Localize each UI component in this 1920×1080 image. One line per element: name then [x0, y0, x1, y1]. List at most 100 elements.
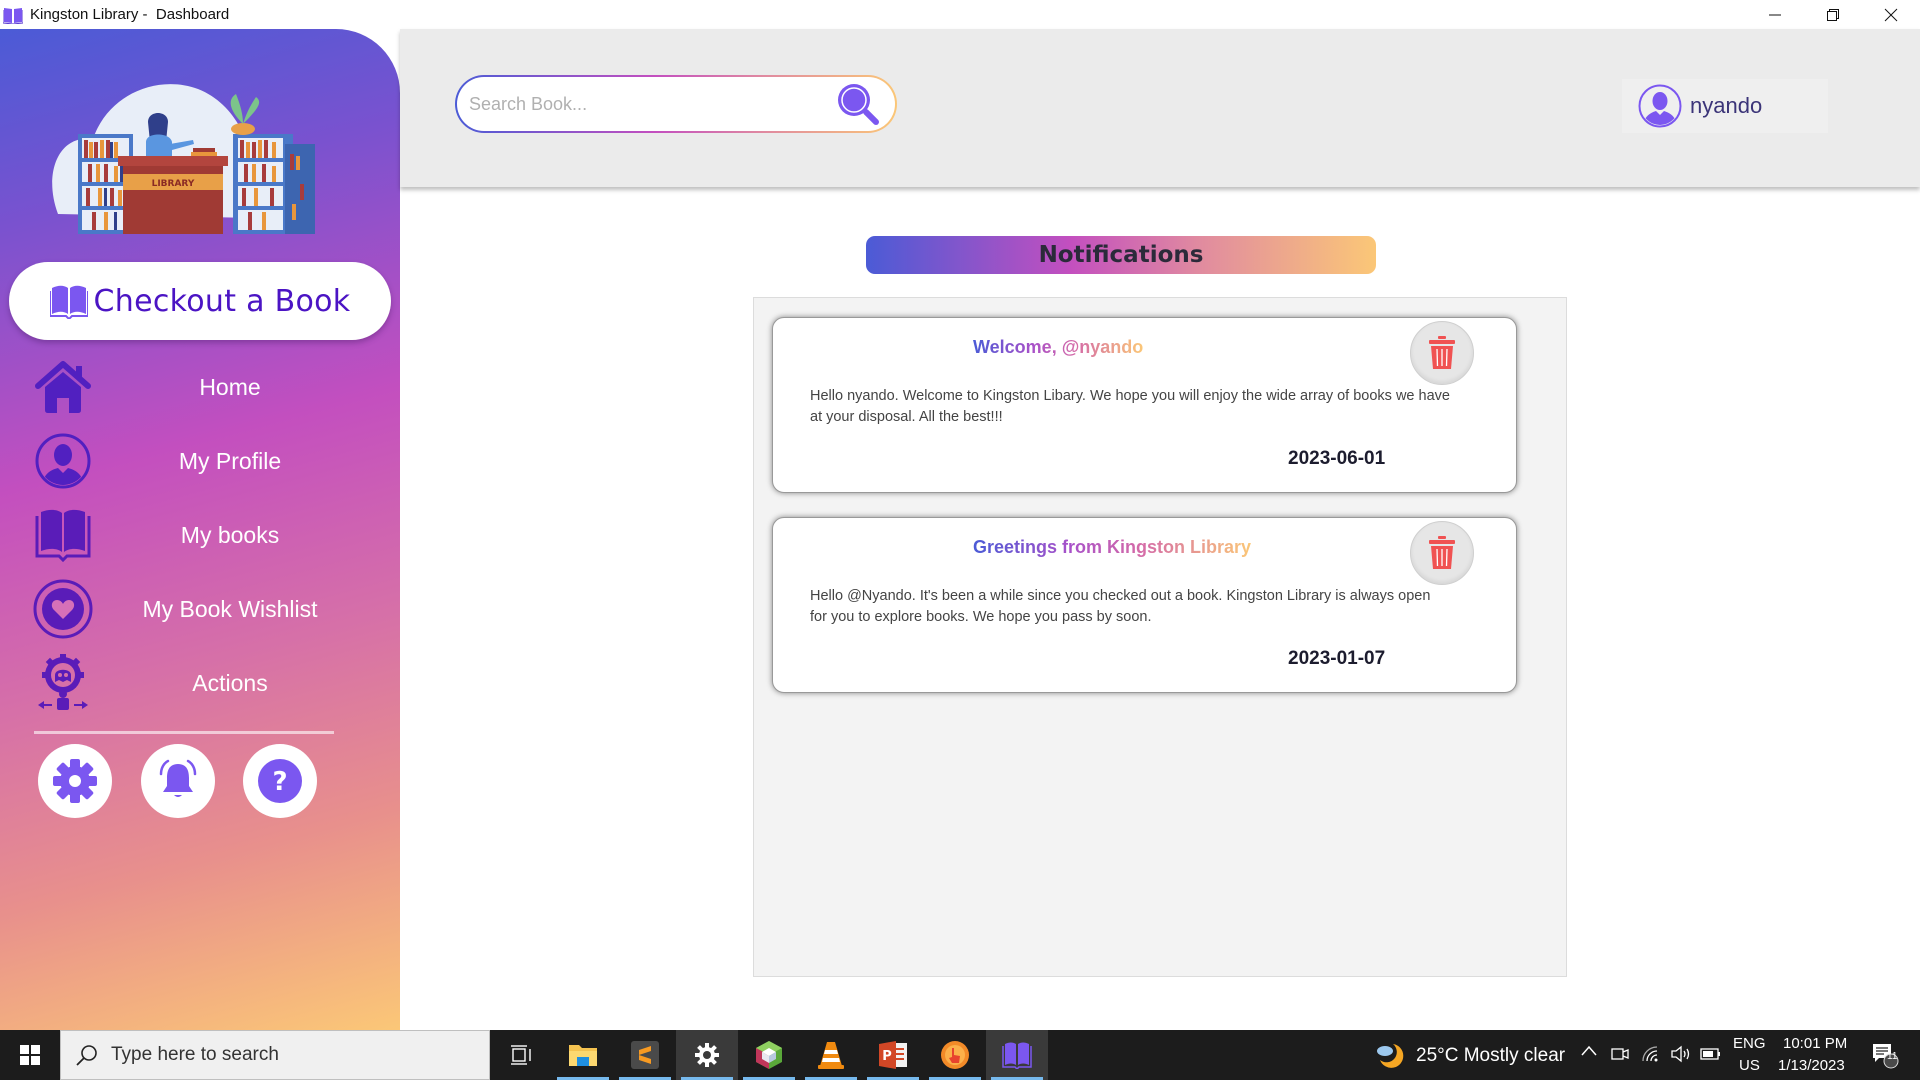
input-region[interactable]: US [1739, 1057, 1760, 1074]
user-account[interactable]: nyando [1622, 79, 1828, 133]
taskbar-settings[interactable] [676, 1030, 738, 1080]
notifications-button[interactable] [141, 744, 215, 818]
svg-text:P: P [882, 1049, 892, 1064]
wifi-icon [1642, 1046, 1658, 1062]
window-title: Kingston Library - Dashboard [30, 6, 230, 23]
weather-moon-icon [1377, 1044, 1404, 1068]
windows-logo-icon [20, 1045, 40, 1065]
delete-notification-button[interactable] [1410, 521, 1474, 585]
sidebar-divider [34, 731, 334, 734]
notification-body: Hello @Nyando. It's been a while since y… [810, 588, 1431, 625]
network-button[interactable] [1640, 1044, 1660, 1069]
trash-icon [1429, 336, 1455, 369]
weather-widget[interactable] [1370, 1030, 1410, 1080]
gear-icon [695, 1043, 719, 1067]
minimize-button[interactable] [1746, 0, 1804, 29]
start-button[interactable] [0, 1030, 60, 1080]
bookshelf-right [233, 134, 315, 234]
windows-taskbar: Type here to search P 25°C Mostly clear [0, 1030, 1920, 1080]
weather-text[interactable]: 25°C Mostly clear [1416, 1045, 1565, 1067]
taskbar-search-box[interactable]: Type here to search [60, 1030, 490, 1080]
nav-label-wishlist: My Book Wishlist [142, 595, 318, 622]
bell-icon [159, 759, 197, 797]
camera-icon [1611, 1048, 1629, 1060]
chevron-up-icon [1581, 1045, 1597, 1056]
meet-now-button[interactable] [1610, 1044, 1630, 1069]
search-icon [838, 84, 879, 125]
notification-date: 2023-01-07 [1288, 648, 1386, 669]
book-app-icon [1002, 1042, 1032, 1069]
restore-button[interactable] [1804, 0, 1862, 29]
nav-label-actions: Actions [192, 669, 268, 696]
plant [230, 94, 260, 135]
search-book-input[interactable] [469, 93, 829, 115]
show-hidden-icons-button[interactable] [1580, 1042, 1598, 1065]
clock-date[interactable]: 1/13/2023 [1778, 1057, 1845, 1074]
notification-date: 2023-06-01 [1288, 448, 1386, 469]
notification-count-badge: 11 [1887, 1051, 1898, 1062]
notification-body: Hello nyando. Welcome to Kingston Libary… [810, 388, 1450, 425]
close-button[interactable] [1862, 0, 1920, 29]
book-app-icon [3, 6, 23, 24]
battery-button[interactable] [1700, 1045, 1722, 1068]
help-icon: ? [258, 759, 302, 803]
search-button[interactable] [835, 81, 881, 127]
sublime-text-icon [631, 1041, 659, 1069]
checkout-book-button[interactable]: Checkout a Book [9, 262, 391, 340]
delete-notification-button[interactable] [1410, 321, 1474, 385]
folder-icon [569, 1045, 597, 1066]
clock-time[interactable]: 10:01 PM [1783, 1035, 1847, 1052]
action-center-button[interactable]: 11 [1860, 1030, 1910, 1080]
nav-item-home[interactable]: Home [30, 356, 370, 418]
restore-icon [1827, 8, 1839, 21]
close-icon [1884, 8, 1898, 21]
username: nyando [1690, 93, 1763, 118]
taskbar-vlc[interactable] [800, 1030, 862, 1080]
notification-card: Welcome, @nyando Hello nyando. Welcome t… [772, 317, 1517, 493]
taskbar-touch-app[interactable] [924, 1030, 986, 1080]
title-bar: Kingston Library - Dashboard [0, 0, 1920, 29]
taskbar-powerpoint[interactable]: P [862, 1030, 924, 1080]
library-sign: LIBRARY [152, 179, 195, 189]
nav-item-actions[interactable]: Actions [30, 652, 370, 714]
notification-title: Welcome, @nyando [973, 337, 1144, 357]
svg-text:?: ? [272, 767, 287, 797]
notifications-heading: Notifications [866, 236, 1376, 274]
notifications-title: Notifications [1038, 242, 1204, 268]
nav-item-my-profile[interactable]: My Profile [30, 430, 370, 492]
top-header: nyando [400, 29, 1920, 187]
battery-icon [1700, 1048, 1720, 1060]
avatar-icon [1638, 84, 1682, 128]
search-bar [455, 75, 897, 133]
nav-item-my-books[interactable]: My books [30, 504, 370, 566]
taskbar-sublime-text[interactable] [614, 1030, 676, 1080]
search-icon [76, 1045, 97, 1066]
notification-card: Greetings from Kingston Library Hello @N… [772, 517, 1517, 693]
vlc-icon [818, 1042, 844, 1069]
task-view-button[interactable] [490, 1030, 552, 1080]
desk: LIBRARY [118, 148, 228, 234]
help-button[interactable]: ? [243, 744, 317, 818]
taskbar-file-explorer[interactable] [552, 1030, 614, 1080]
sidebar: LIBRARY Checkout a Book Home My Profile … [0, 29, 400, 1030]
trash-icon [1429, 536, 1455, 569]
taskbar-search-placeholder: Type here to search [111, 1044, 279, 1065]
nav-label-my-profile: My Profile [178, 447, 282, 474]
netbeans-icon [756, 1041, 782, 1069]
settings-button[interactable] [38, 744, 112, 818]
powerpoint-icon: P [879, 1041, 907, 1069]
gear-icon [53, 759, 97, 803]
volume-button[interactable] [1670, 1044, 1692, 1069]
minimize-icon [1769, 14, 1781, 15]
touch-app-icon [941, 1041, 969, 1069]
taskbar-netbeans[interactable] [738, 1030, 800, 1080]
open-book-icon [49, 285, 88, 319]
notification-title: Greetings from Kingston Library [973, 537, 1252, 557]
nav-item-wishlist[interactable]: My Book Wishlist [30, 578, 370, 640]
input-language[interactable]: ENG [1733, 1035, 1766, 1052]
nav-label-home: Home [199, 373, 261, 400]
speaker-icon [1671, 1045, 1690, 1063]
checkout-book-label: Checkout a Book [93, 283, 351, 319]
task-view-icon [511, 1045, 531, 1065]
taskbar-kingston-library[interactable] [986, 1030, 1048, 1080]
